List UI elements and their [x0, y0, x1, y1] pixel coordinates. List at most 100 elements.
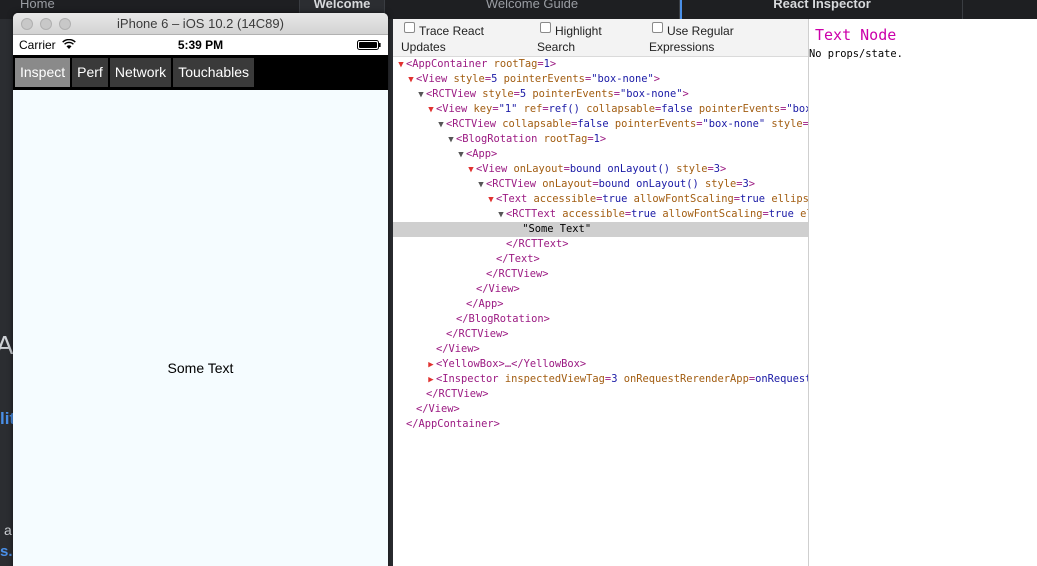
tree-node[interactable]: </Text> — [393, 252, 808, 267]
collapsed-tag: <YellowBox>…</YellowBox> — [436, 358, 587, 370]
prop-name: pointerEvents — [497, 73, 585, 85]
tab-label: Welcome — [313, 0, 371, 11]
tree-node[interactable]: "Some Text" — [393, 222, 808, 237]
opening-tag: <View — [416, 73, 448, 85]
tree-node[interactable]: </BlogRotation> — [393, 312, 808, 327]
dev-inspector-menu: Inspect Perf Network Touchables — [13, 55, 388, 90]
tab-label: Welcome Guide — [485, 0, 579, 11]
tree-node[interactable]: ▼ <BlogRotation rootTag=1> — [393, 132, 808, 147]
collapse-arrow-icon[interactable]: ▶ — [426, 373, 436, 387]
background-link-text-2: s. — [0, 543, 13, 560]
collapse-arrow-icon[interactable]: ▶ — [426, 358, 436, 372]
network-button[interactable]: Network — [109, 58, 172, 87]
tree-node[interactable]: ▼ <View style=5 pointerEvents="box-none"> — [393, 72, 808, 87]
tree-node[interactable]: ▼ <RCTView collapsable=false pointerEvent… — [393, 117, 808, 132]
tree-node[interactable]: </RCTText> — [393, 237, 808, 252]
prop-name: style — [476, 88, 514, 100]
tree-node[interactable]: ▼ <App> — [393, 147, 808, 162]
prop-name: style — [765, 118, 803, 130]
status-time: 5:39 PM — [177, 38, 224, 52]
expand-arrow-icon[interactable]: ▼ — [416, 88, 426, 102]
prop-name: rootTag — [537, 133, 588, 145]
tree-node[interactable]: ▼ <View onLayout=bound onLayout() style=3… — [393, 162, 808, 177]
expand-arrow-icon[interactable]: ▼ — [426, 103, 436, 117]
prop-name: accessible — [527, 193, 597, 205]
tree-node[interactable]: ▼ <RCTText accessible=true allowFontScali… — [393, 207, 808, 222]
prop-name: key — [467, 103, 493, 115]
closing-tag: </View> — [416, 403, 460, 415]
prop-name: collapsable — [579, 103, 656, 115]
ios-simulator-window: iPhone 6 – iOS 10.2 (14C89) Carrier 5:39… — [13, 13, 388, 566]
simulator-titlebar: iPhone 6 – iOS 10.2 (14C89) — [13, 13, 388, 35]
tree-node[interactable]: ▼ <View key="1" ref=ref() collapsable=fal… — [393, 102, 808, 117]
expand-arrow-icon[interactable]: ▼ — [456, 148, 466, 162]
prop-value: true — [631, 208, 657, 220]
option-label: Use Regular — [667, 24, 734, 38]
props-sidebar: Text Node No props/state. — [808, 19, 1037, 566]
component-tree: ▼ <AppContainer rootTag=1> ▼ <View style=5 … — [393, 57, 808, 432]
tree-node[interactable]: ▼ <RCTView onLayout=bound onLayout() styl… — [393, 177, 808, 192]
perf-button[interactable]: Perf — [72, 58, 108, 87]
opening-tag-end: > — [653, 73, 661, 85]
option-label: Expressions — [649, 40, 715, 54]
use-regular-expressions-option[interactable]: Use Regular Expressions — [649, 23, 734, 55]
prop-name: accessible — [556, 208, 625, 220]
closing-tag: </AppContainer> — [406, 418, 500, 430]
expand-arrow-icon[interactable]: ▼ — [476, 178, 486, 192]
tree-node[interactable]: ▶ <YellowBox>…</YellowBox> — [393, 357, 808, 372]
prop-value: "1" — [498, 103, 518, 115]
opening-tag: <App — [466, 148, 492, 160]
trace-react-updates-option[interactable]: Trace React Updates — [401, 23, 484, 55]
prop-name: collapsable — [496, 118, 572, 130]
prop-value: "box-none" — [702, 118, 766, 130]
expand-arrow-icon[interactable]: ▼ — [496, 208, 506, 222]
tree-node[interactable]: </AppContainer> — [393, 417, 808, 432]
prop-value: bound onLayout() — [569, 163, 670, 175]
prop-value: "box-none" — [786, 103, 808, 115]
tree-node[interactable]: </RCTView> — [393, 327, 808, 342]
tree-node[interactable]: </RCTView> — [393, 267, 808, 282]
expand-arrow-icon[interactable]: ▼ — [486, 193, 496, 207]
prop-name: style — [698, 178, 737, 190]
expand-arrow-icon[interactable]: ▼ — [436, 118, 446, 132]
prop-name: ellipsizeMode — [800, 208, 808, 220]
prop-value: onRequestRerenderApp() — [755, 373, 808, 385]
tree-node[interactable]: </RCTView> — [393, 387, 808, 402]
prop-name: ellipsizeMode — [771, 193, 808, 205]
tab-welcome-guide[interactable]: Welcome Guide — [385, 0, 680, 19]
closing-tag: </View> — [436, 343, 480, 355]
opening-tag-end: > — [491, 148, 498, 160]
inspect-button[interactable]: Inspect — [15, 58, 71, 87]
tab-react-inspector[interactable]: React Inspector — [680, 0, 963, 19]
tree-node[interactable]: </View> — [393, 402, 808, 417]
tree-node[interactable]: ▼ <AppContainer rootTag=1> — [393, 57, 808, 72]
tree-node[interactable]: ▼ <Text accessible=true allowFontScaling=… — [393, 192, 808, 207]
tree-node[interactable]: </App> — [393, 297, 808, 312]
tree-node[interactable]: ▼ <RCTView style=5 pointerEvents="box-non… — [393, 87, 808, 102]
opening-tag: <BlogRotation — [456, 133, 538, 145]
prop-name: allowFontScaling — [656, 208, 763, 220]
expand-arrow-icon[interactable]: ▼ — [406, 73, 416, 87]
selected-node-props: No props/state. — [809, 48, 903, 60]
opening-tag-end: > — [748, 178, 756, 190]
opening-tag-end: > — [682, 88, 689, 100]
prop-name: onLayout — [507, 163, 564, 175]
tree-node[interactable]: ▶ <Inspector inspectedViewTag=3 onRequest… — [393, 372, 808, 387]
opening-tag: <RCTView — [486, 178, 537, 190]
option-label: Highlight — [555, 24, 602, 38]
expand-arrow-icon[interactable]: ▼ — [466, 163, 476, 177]
tree-node[interactable]: </View> — [393, 282, 808, 297]
expand-arrow-icon[interactable]: ▼ — [396, 58, 406, 72]
app-content-area: Some Text — [13, 90, 388, 566]
touchables-button[interactable]: Touchables — [173, 58, 255, 87]
prop-name: onLayout — [536, 178, 593, 190]
app-some-text[interactable]: Some Text — [13, 360, 388, 376]
prop-name: onRequestRerenderApp — [617, 373, 749, 385]
option-label: Search — [537, 40, 576, 54]
expand-arrow-icon[interactable]: ▼ — [446, 133, 456, 147]
prop-name: pointerEvents — [692, 103, 781, 115]
tree-node[interactable]: </View> — [393, 342, 808, 357]
prop-name: style — [447, 73, 485, 85]
highlight-search-option[interactable]: Highlight Search — [537, 23, 602, 55]
prop-value: true — [768, 208, 794, 220]
